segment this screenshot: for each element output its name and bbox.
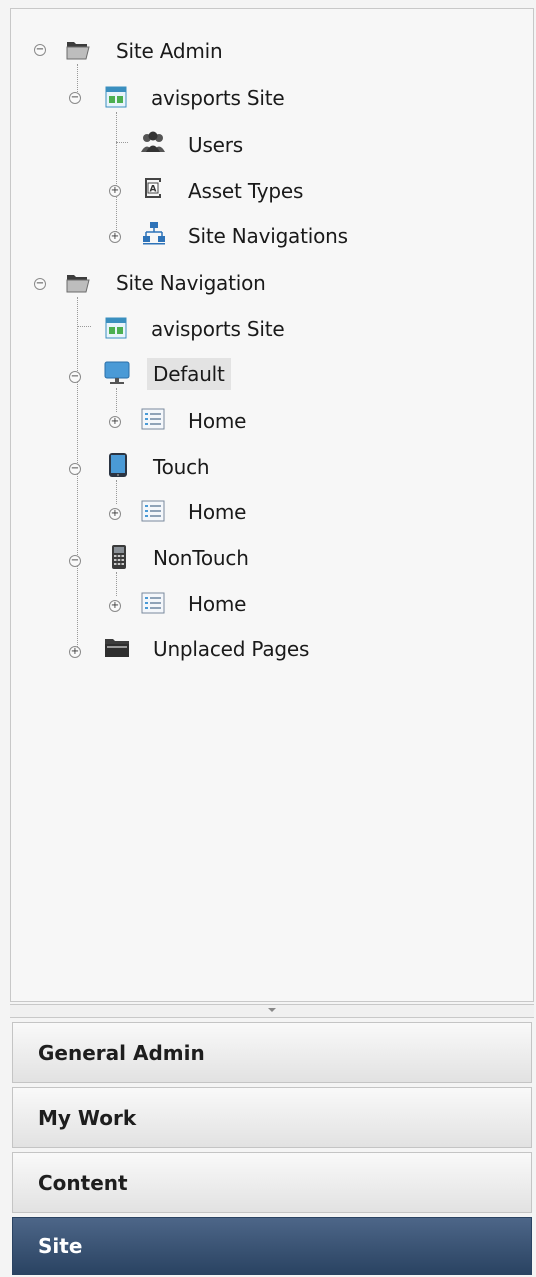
accordion-label-content: Content — [38, 1170, 128, 1195]
phone-icon — [112, 545, 126, 569]
page-icon — [141, 592, 165, 614]
tree-label-site-navigations[interactable]: Site Navigations — [188, 224, 348, 248]
collapse-toggle-nontouch[interactable]: − — [69, 555, 81, 567]
tree-connector — [116, 388, 117, 412]
expand-toggle-default-home[interactable]: + — [109, 416, 121, 428]
expand-toggle-nontouch-home[interactable]: + — [109, 600, 121, 612]
tree-connector — [116, 112, 117, 238]
tree-label-default[interactable]: Default — [147, 358, 231, 390]
accordion-label-my-work: My Work — [38, 1105, 137, 1130]
tree-connector — [116, 572, 117, 596]
tree-label-default-home[interactable]: Home — [188, 409, 246, 433]
tree-label-asset-types[interactable]: Asset Types — [188, 179, 303, 203]
collapse-toggle-touch[interactable]: − — [69, 463, 81, 475]
svg-text:A: A — [150, 185, 157, 195]
folder-open-icon — [66, 275, 90, 293]
tree-label-users[interactable]: Users — [188, 133, 243, 157]
collapse-arrow-icon[interactable] — [268, 1008, 276, 1012]
expand-toggle-asset-types[interactable]: + — [109, 185, 121, 197]
page-icon — [141, 500, 165, 522]
tree-label-nontouch-home[interactable]: Home — [188, 592, 246, 616]
expand-toggle-touch-home[interactable]: + — [109, 508, 121, 520]
site-icon — [105, 86, 127, 108]
folder-icon — [105, 639, 129, 657]
tree-label-touch-home[interactable]: Home — [188, 500, 246, 524]
tree-label-nontouch[interactable]: NonTouch — [153, 546, 249, 570]
page-icon — [141, 408, 165, 430]
desktop-icon — [104, 361, 130, 384]
tree-connector — [77, 64, 78, 94]
site-navigations-icon — [143, 222, 165, 245]
tree-label-avisports-site[interactable]: avisports Site — [151, 86, 285, 110]
asset-types-icon: A — [145, 178, 161, 198]
accordion-content[interactable]: Content — [12, 1152, 532, 1213]
expand-toggle-site-navigations[interactable]: + — [109, 231, 121, 243]
accordion-label-general-admin: General Admin — [38, 1040, 205, 1065]
site-icon — [105, 317, 127, 339]
tree-connector — [116, 480, 117, 504]
site-tree-panel: − Site Admin − avisports Site Users + A … — [10, 8, 534, 1002]
tree-connector — [77, 326, 91, 327]
collapse-toggle-default[interactable]: − — [69, 371, 81, 383]
panel-splitter[interactable] — [10, 1004, 534, 1018]
accordion-label-site: Site — [38, 1234, 83, 1258]
tree-connector — [116, 142, 128, 143]
collapse-toggle-avisports-site[interactable]: − — [69, 92, 81, 104]
tablet-icon — [109, 453, 127, 477]
expand-toggle-unplaced-pages[interactable]: + — [69, 646, 81, 658]
collapse-toggle-site-navigation[interactable]: − — [34, 278, 46, 290]
collapse-toggle-site-admin[interactable]: − — [34, 44, 46, 56]
tree-label-touch[interactable]: Touch — [153, 455, 210, 479]
tree-label-site-navigation[interactable]: Site Navigation — [116, 271, 266, 295]
folder-open-icon — [66, 42, 90, 60]
accordion-site[interactable]: Site — [12, 1217, 532, 1275]
tree-connector — [77, 297, 78, 655]
tree-label-avisports-site-2[interactable]: avisports Site — [151, 317, 285, 341]
accordion-my-work[interactable]: My Work — [12, 1087, 532, 1148]
tree-label-site-admin[interactable]: Site Admin — [116, 39, 223, 63]
tree-label-unplaced-pages[interactable]: Unplaced Pages — [153, 637, 309, 661]
users-icon — [141, 131, 165, 152]
accordion-general-admin[interactable]: General Admin — [12, 1022, 532, 1083]
